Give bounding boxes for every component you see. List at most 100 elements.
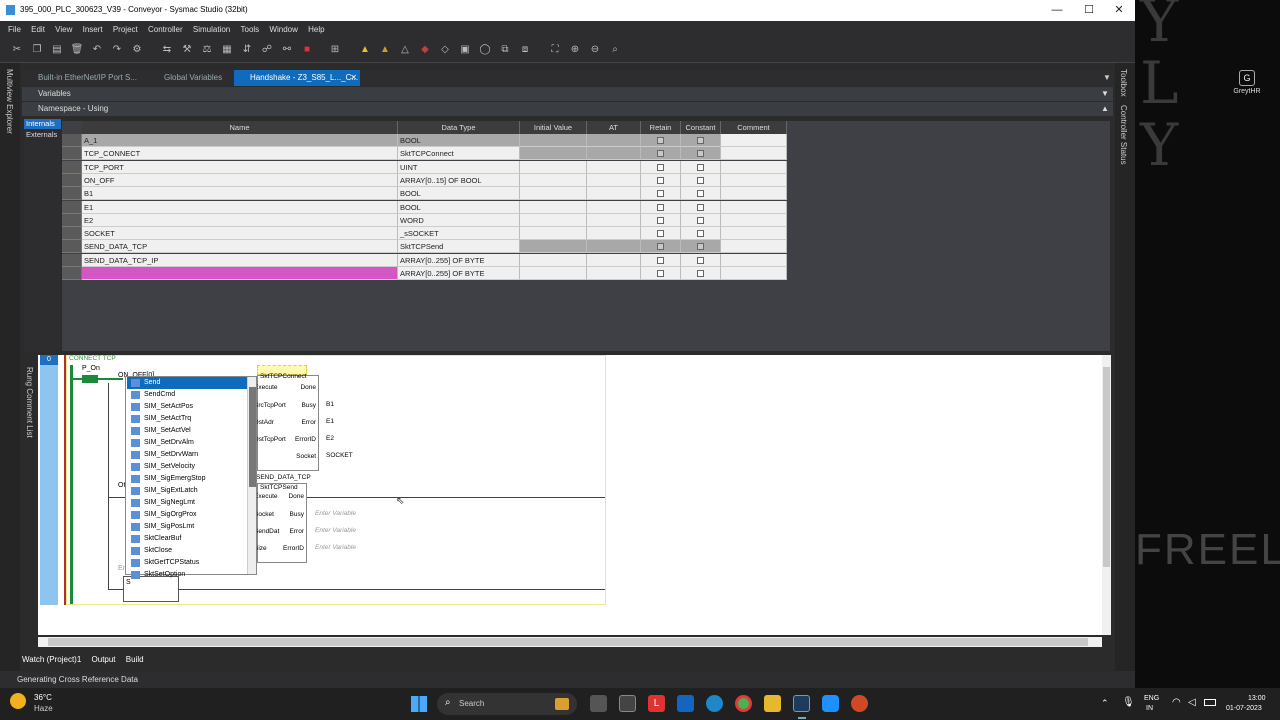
paste-icon[interactable]: ▤ bbox=[50, 43, 64, 57]
retain-checkbox[interactable] bbox=[657, 256, 664, 264]
cross-ref-icon[interactable]: ⊞ bbox=[328, 43, 342, 57]
retain-checkbox[interactable] bbox=[657, 270, 664, 277]
collapse-namespace-icon[interactable]: ▲ bbox=[1101, 104, 1109, 113]
online-icon[interactable]: ⇆ bbox=[160, 43, 174, 57]
cell-initial[interactable] bbox=[520, 253, 587, 267]
controller-status-tab[interactable]: Controller Status bbox=[1119, 105, 1128, 165]
cell-name[interactable]: ON_OFF bbox=[82, 173, 398, 187]
menu-controller[interactable]: Controller bbox=[148, 21, 183, 39]
enter-variable-error[interactable]: Enter Variable bbox=[315, 527, 356, 534]
wifi-icon[interactable]: ◠ bbox=[1172, 697, 1181, 708]
cell-initial[interactable] bbox=[520, 267, 587, 280]
menu-help[interactable]: Help bbox=[308, 21, 324, 39]
store-icon[interactable] bbox=[619, 695, 636, 712]
cell-name[interactable]: A_1 bbox=[82, 134, 398, 147]
menu-insert[interactable]: Insert bbox=[83, 21, 103, 39]
task-view-icon[interactable] bbox=[590, 695, 607, 712]
cell-initial[interactable] bbox=[520, 227, 587, 241]
transfer-icon[interactable]: ▦ bbox=[220, 43, 234, 57]
language-top[interactable]: ENG bbox=[1144, 695, 1159, 702]
cell-at[interactable] bbox=[587, 187, 641, 201]
cell-constant[interactable] bbox=[681, 227, 721, 241]
table-row[interactable]: SEND_DATA_TCP_IP ARRAY[0..255] OF BYTE bbox=[62, 253, 1110, 267]
constant-checkbox[interactable] bbox=[697, 216, 704, 224]
cell-retain[interactable] bbox=[641, 213, 681, 227]
app-l-icon[interactable]: L bbox=[648, 695, 665, 712]
cell-retain[interactable] bbox=[641, 227, 681, 241]
binoculars-icon[interactable]: ⚯ bbox=[280, 43, 294, 57]
autocomplete-item[interactable]: SktSetOption bbox=[127, 569, 247, 581]
cell-constant[interactable] bbox=[681, 213, 721, 227]
retain-checkbox[interactable] bbox=[657, 163, 664, 171]
greythr-shortcut[interactable]: G GreytHR bbox=[1227, 70, 1267, 106]
fb-tcp-connect[interactable]: SktTCPConnect Execute SrcTcpPort DstAdr … bbox=[254, 373, 319, 471]
cut-icon[interactable]: ✂ bbox=[10, 43, 24, 57]
compare-icon[interactable]: ⚖ bbox=[200, 43, 214, 57]
table-row[interactable]: TCP_CONNECT SktTCPConnect bbox=[62, 147, 1110, 161]
cell-type[interactable]: ARRAY[0..255] OF BYTE bbox=[398, 253, 520, 267]
close-button[interactable]: ✕ bbox=[1102, 0, 1135, 21]
autocomplete-item[interactable]: SIM_SigEmergStop bbox=[127, 473, 247, 485]
autocomplete-item[interactable]: SktGetTCPStatus bbox=[127, 557, 247, 569]
menu-edit[interactable]: Edit bbox=[31, 21, 45, 39]
cell-type[interactable]: BOOL bbox=[398, 187, 520, 201]
cell-type[interactable]: UINT bbox=[398, 160, 520, 174]
cell-retain[interactable] bbox=[641, 147, 681, 161]
cell-constant[interactable] bbox=[681, 134, 721, 147]
var-socket[interactable]: SOCKET bbox=[326, 452, 353, 459]
cell-constant[interactable] bbox=[681, 253, 721, 267]
autocomplete-item[interactable]: SIM_SetDrvWarn bbox=[127, 449, 247, 461]
language-bottom[interactable]: IN bbox=[1146, 705, 1153, 712]
cell-retain[interactable] bbox=[641, 200, 681, 214]
autocomplete-item[interactable]: SIM_SetActTrq bbox=[127, 413, 247, 425]
retain-checkbox[interactable] bbox=[657, 230, 664, 238]
internals-tab[interactable]: Internals bbox=[24, 119, 61, 129]
constant-checkbox[interactable] bbox=[697, 230, 704, 238]
fit-icon[interactable]: ⛶ bbox=[548, 43, 562, 57]
autocomplete-item[interactable]: SIM_SetDrvAlm bbox=[127, 437, 247, 449]
table-row[interactable]: E1 BOOL bbox=[62, 200, 1110, 214]
close-icon[interactable]: ✕ bbox=[350, 70, 357, 86]
tab-watch[interactable]: Watch (Project)1 bbox=[22, 655, 81, 664]
set-icon[interactable]: ▲ bbox=[378, 43, 392, 57]
cell-constant[interactable] bbox=[681, 160, 721, 174]
edge-icon[interactable] bbox=[706, 695, 723, 712]
cell-comment[interactable] bbox=[721, 227, 787, 241]
autocomplete-item[interactable]: SIM_SigOrgProx bbox=[127, 509, 247, 521]
cell-at[interactable] bbox=[587, 147, 641, 161]
table-row[interactable]: TCP_PORT UINT bbox=[62, 160, 1110, 174]
namespace-bar[interactable]: Namespace - Using bbox=[22, 102, 1113, 116]
cell-comment[interactable] bbox=[721, 240, 787, 254]
constant-checkbox[interactable] bbox=[697, 270, 704, 277]
autocomplete-item[interactable]: Send bbox=[127, 377, 247, 389]
clock-date[interactable]: 01-07-2023 bbox=[1226, 705, 1262, 712]
externals-tab[interactable]: Externals bbox=[24, 130, 61, 140]
windows-start-icon[interactable] bbox=[411, 696, 427, 712]
reset-icon[interactable]: △ bbox=[398, 43, 412, 57]
retain-checkbox[interactable] bbox=[657, 150, 664, 158]
autocomplete-item[interactable]: SktClose bbox=[127, 545, 247, 557]
var-e1[interactable]: E1 bbox=[326, 418, 334, 425]
monitor-icon[interactable]: ◯ bbox=[478, 43, 492, 57]
cell-type[interactable]: _sSOCKET bbox=[398, 227, 520, 241]
sysmac-icon[interactable] bbox=[793, 695, 810, 712]
constant-checkbox[interactable] bbox=[697, 137, 704, 144]
cell-name[interactable]: SOCKET bbox=[82, 227, 398, 241]
autocomplete-list[interactable]: Send SendCmd SIM_SetActPos SIM_SetActTrq SIM… bbox=[125, 376, 257, 579]
autocomplete-item[interactable]: SendCmd bbox=[127, 389, 247, 401]
cell-type[interactable]: SktTCPConnect bbox=[398, 147, 520, 161]
cell-type[interactable]: ARRAY[0..255] OF BYTE bbox=[398, 267, 520, 280]
cell-at[interactable] bbox=[587, 173, 641, 187]
cell-retain[interactable] bbox=[641, 240, 681, 254]
cell-retain[interactable] bbox=[641, 253, 681, 267]
cell-initial[interactable] bbox=[520, 240, 587, 254]
cell-constant[interactable] bbox=[681, 187, 721, 201]
tab-output[interactable]: Output bbox=[92, 655, 116, 664]
cell-comment[interactable] bbox=[721, 147, 787, 161]
row-grip[interactable] bbox=[62, 240, 82, 254]
menu-simulation[interactable]: Simulation bbox=[193, 21, 230, 39]
release-icon[interactable]: ▣ bbox=[458, 43, 472, 57]
minimize-button[interactable]: — bbox=[1040, 0, 1074, 21]
var-e2[interactable]: E2 bbox=[326, 435, 334, 442]
cell-name[interactable] bbox=[82, 267, 398, 280]
